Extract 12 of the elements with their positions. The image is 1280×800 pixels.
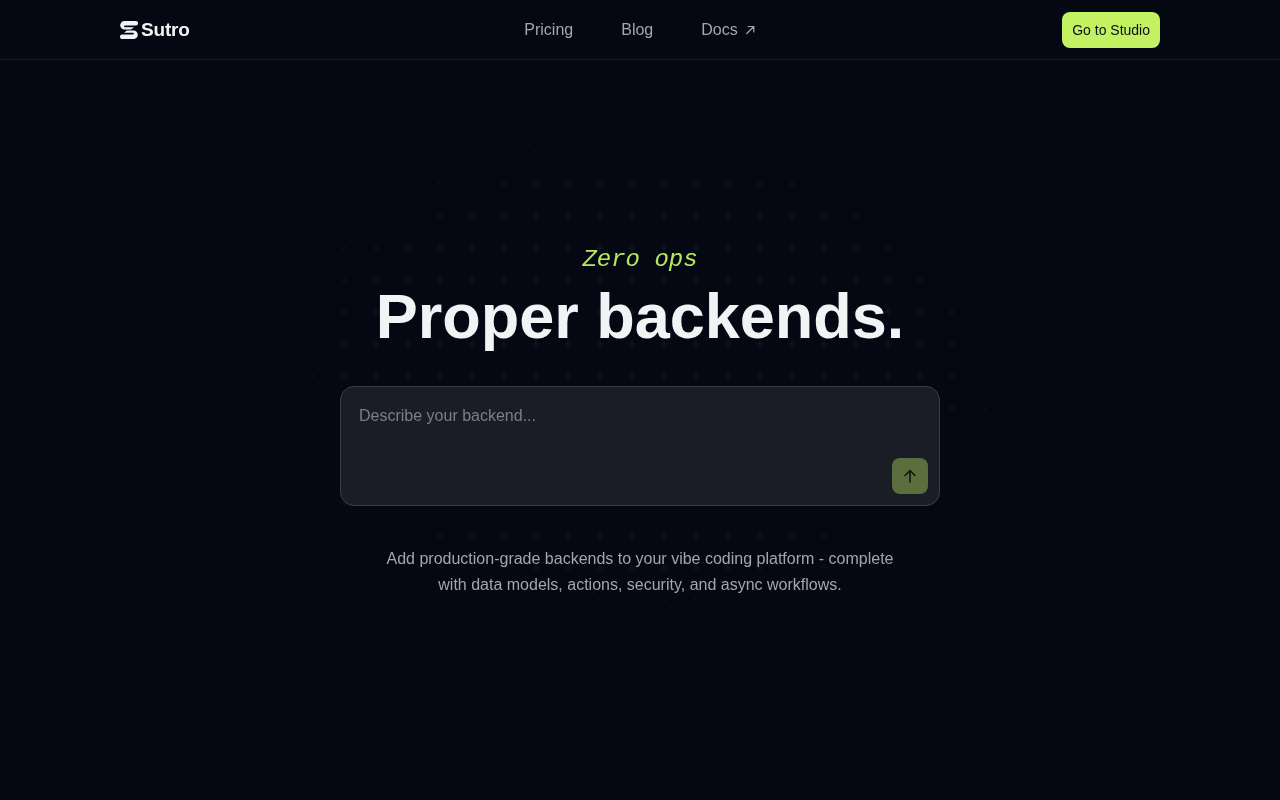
- hero-description: Add production-grade backends to your vibe coding platform - complete with data models, actions, security, and async workflows.: [385, 549, 895, 595]
- external-arrow-icon: [745, 24, 756, 35]
- nav-link[interactable]: Blog: [621, 20, 654, 39]
- logo-wordmark[interactable]: Sutro: [141, 18, 190, 41]
- hero-heading: Proper backends.: [375, 281, 905, 351]
- nav-link[interactable]: Pricing: [524, 20, 574, 39]
- logo-icon: [120, 20, 138, 39]
- go-to-studio-button[interactable]: Go to Studio: [1062, 11, 1160, 48]
- arrow-up-icon: [904, 469, 916, 483]
- prompt-field[interactable]: Describe your backend...: [340, 386, 940, 506]
- eyebrow-text: Zero ops: [582, 245, 698, 275]
- nav-link[interactable]: Docs: [701, 20, 756, 39]
